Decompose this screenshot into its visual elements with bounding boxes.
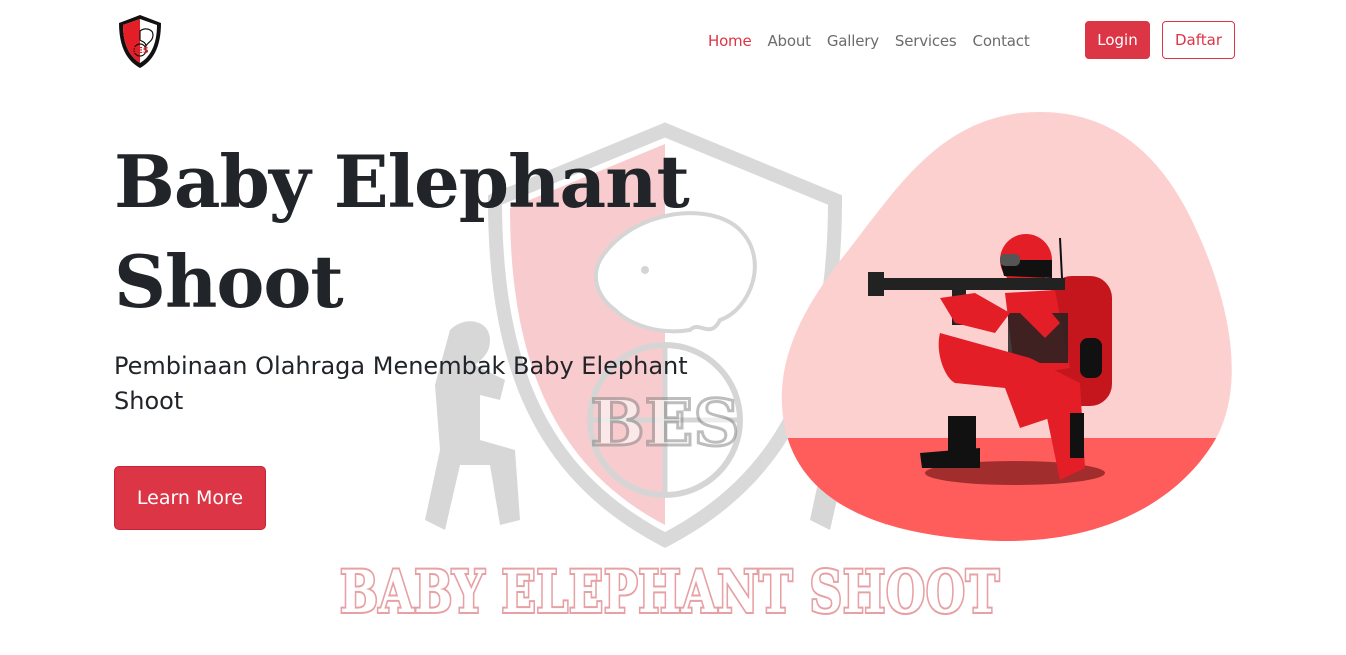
brand-logo[interactable]: BES	[115, 13, 165, 70]
hero-illustration	[780, 108, 1240, 548]
red-floor	[781, 438, 1232, 542]
main-nav: Home About Gallery Services Contact	[708, 31, 1046, 51]
register-button[interactable]: Daftar	[1162, 21, 1235, 59]
svg-text:BABY ELEPHANT SHOOT: BABY ELEPHANT SHOOT	[340, 558, 1000, 626]
hero-title: Baby Elephant Shoot	[114, 139, 690, 324]
kneeling-shooter-illustration	[781, 111, 1232, 542]
nav-home-link[interactable]: Home	[708, 31, 752, 51]
nav-contact-link[interactable]: Contact	[973, 31, 1030, 51]
bes-shield-logo-icon: BES	[119, 15, 161, 68]
svg-text:BES: BES	[131, 46, 149, 55]
navbar: BES Home About Gallery Services Contact …	[0, 0, 1346, 80]
learn-more-button[interactable]: Learn More	[114, 466, 266, 530]
nav-gallery-link[interactable]: Gallery	[827, 31, 879, 51]
nav-about-link[interactable]: About	[768, 31, 812, 51]
nav-services-link[interactable]: Services	[895, 31, 957, 51]
login-button[interactable]: Login	[1085, 21, 1150, 59]
hero-subtitle: Pembinaan Olahraga Menembak Baby Elephan…	[114, 352, 688, 415]
